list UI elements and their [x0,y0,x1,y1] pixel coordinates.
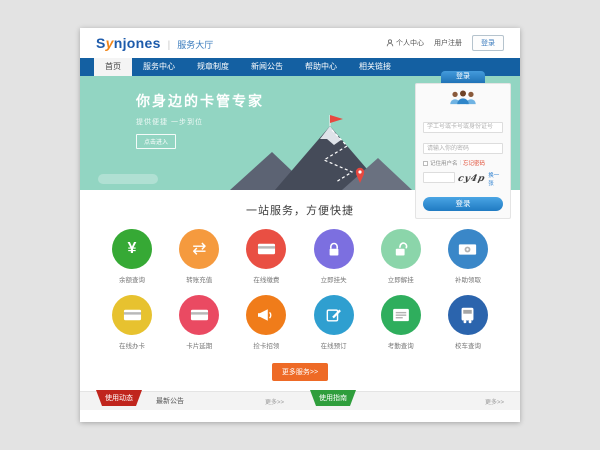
nav-item-help[interactable]: 帮助中心 [294,58,348,76]
lock-icon[interactable] [314,229,354,269]
edit-icon[interactable] [314,295,354,335]
yen-icon[interactable]: ¥ [112,229,152,269]
nav-item-rules[interactable]: 规章制度 [186,58,240,76]
nav-item-news[interactable]: 新闻公告 [240,58,294,76]
captcha-input[interactable] [423,172,455,183]
service-school-bus[interactable]: 校车查询 [440,295,496,350]
service-label: 在线缴费 [238,274,294,284]
more-services-button[interactable]: 更多服务>> [272,363,328,381]
service-apply-card[interactable]: 在线办卡 [104,295,160,350]
tab-latest-announcements[interactable]: 最新公告 [156,396,184,406]
service-attendance[interactable]: 考勤查询 [373,295,429,350]
login-form: 记住用户名 | 忘记密码 cy4p 换一张 登录 [415,83,511,219]
header-login-button[interactable]: 登录 [472,35,504,51]
personal-center-label: 个人中心 [396,38,424,48]
register-link[interactable]: 用户注册 [434,38,462,48]
transfer-icon[interactable]: ⇄ [179,229,219,269]
more-link-left[interactable]: 更多>> [265,397,284,406]
login-panel: 登录 记住用户名 | 忘记密码 [415,71,511,219]
header-links: 个人中心 用户注册 登录 [386,35,504,51]
service-label: 在线办卡 [104,340,160,350]
service-online-payment[interactable]: 在线缴费 [238,229,294,284]
service-label: 立即挂失 [306,274,362,284]
cloud-shape [98,174,158,184]
user-icon [386,39,394,47]
announcements-right-column: 使用指南 更多>> [300,392,520,410]
logo-divider: | [168,40,171,51]
username-input[interactable] [423,122,503,133]
unlock-icon[interactable] [381,229,421,269]
service-balance[interactable]: ¥ 余额查询 [104,229,160,284]
service-report-loss[interactable]: 立即挂失 [306,229,362,284]
personal-center-link[interactable]: 个人中心 [386,38,424,48]
nav-item-links[interactable]: 相关链接 [348,58,402,76]
remember-label: 记住用户名 [430,159,458,167]
service-label: 考勤查询 [373,340,429,350]
hero-cta-button[interactable]: 点击进入 [136,134,176,149]
forgot-password-link[interactable]: 忘记密码 [463,159,485,167]
service-transfer[interactable]: ⇄ 转账充值 [171,229,227,284]
service-label: 在线预订 [306,340,362,350]
nav-item-home[interactable]: 首页 [94,58,132,76]
service-online-booking[interactable]: 在线预订 [306,295,362,350]
login-submit-button[interactable]: 登录 [423,197,503,211]
service-card-renewal[interactable]: 卡片延期 [171,295,227,350]
service-label: 余额查询 [104,274,160,284]
logo-accent: y [106,35,114,51]
login-tab[interactable]: 登录 [441,71,485,83]
users-icon [423,90,503,110]
header: Synjones | 服务大厅 个人中心 用户注册 登录 [80,28,520,58]
card-icon[interactable] [179,295,219,335]
bus-icon[interactable] [448,295,488,335]
service-found-card[interactable]: 捡卡招领 [238,295,294,350]
tab-user-guide[interactable]: 使用指南 [310,390,356,406]
services-row-2: 在线办卡 卡片延期 捡卡招领 在线预订 考勤查询 [80,295,520,350]
logo-text: Synjones [96,35,161,51]
hero-subtitle: 提供便捷 一步到位 [136,117,264,127]
hero-banner: 你身边的卡管专家 提供便捷 一步到位 点击进入 登录 记住用户名 [80,76,520,190]
services-row-1: ¥ 余额查询 ⇄ 转账充值 在线缴费 立即挂失 立即解挂 [80,229,520,284]
announcements-tabs: 使用动态 最新公告 更多>> 使用指南 更多>> [80,391,520,410]
captcha-row: cy4p 换一张 [423,171,503,187]
card-icon[interactable] [246,229,286,269]
service-subsidy[interactable]: 补助领取 [440,229,496,284]
list-icon[interactable] [381,295,421,335]
service-unlock[interactable]: 立即解挂 [373,229,429,284]
register-label: 用户注册 [434,38,462,48]
change-captcha-link[interactable]: 换一张 [488,171,503,187]
captcha-image[interactable]: cy4p [457,174,486,184]
nav-item-service-center[interactable]: 服务中心 [132,58,186,76]
service-label: 转账充值 [171,274,227,284]
logo[interactable]: Synjones | 服务大厅 [96,35,213,51]
announcements-left-column: 使用动态 最新公告 更多>> [80,392,300,410]
banknote-icon[interactable] [448,229,488,269]
options-separator: | [460,160,461,166]
remember-checkbox[interactable] [423,161,428,166]
page: Synjones | 服务大厅 个人中心 用户注册 登录 首页 服务中心 规章制… [80,28,520,422]
more-link-right[interactable]: 更多>> [485,397,504,406]
login-options: 记住用户名 | 忘记密码 [423,159,503,167]
tab-usage-news[interactable]: 使用动态 [96,390,142,406]
password-input[interactable] [423,143,503,154]
service-label: 捡卡招领 [238,340,294,350]
service-label: 卡片延期 [171,340,227,350]
service-label: 补助领取 [440,274,496,284]
site-name: 服务大厅 [177,38,213,51]
service-label: 立即解挂 [373,274,429,284]
megaphone-icon[interactable] [246,295,286,335]
card-icon[interactable] [112,295,152,335]
hero-title: 你身边的卡管专家 [136,91,264,111]
service-label: 校车查询 [440,340,496,350]
hero-copy: 你身边的卡管专家 提供便捷 一步到位 点击进入 [136,91,264,149]
